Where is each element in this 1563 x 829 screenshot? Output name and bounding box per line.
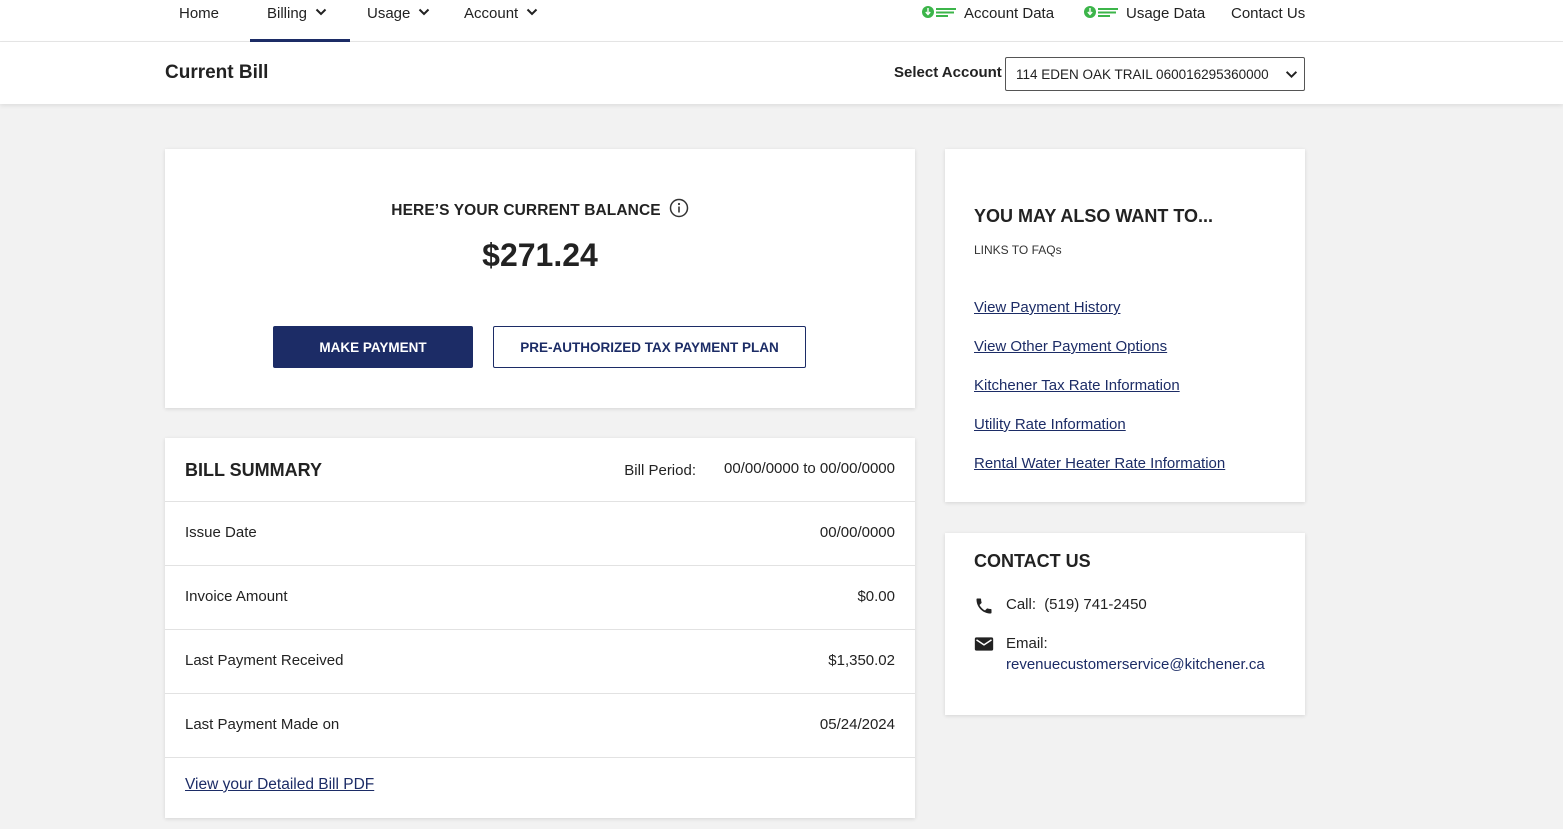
make-payment-button[interactable]: MAKE PAYMENT (273, 326, 473, 368)
nav-account-data-label: Account Data (964, 5, 1055, 22)
link-rental-water-heater-rate[interactable]: Rental Water Heater Rate Information (974, 455, 1225, 472)
call-label: Call: (1006, 596, 1037, 613)
balance-card: HERE’S YOUR CURRENT BALANCE $271.24 MAKE… (165, 149, 915, 408)
summary-row-issue-date: Issue Date 00/00/0000 (165, 502, 915, 566)
nav-home[interactable]: Home (179, 0, 219, 42)
detailed-bill-pdf-link[interactable]: View your Detailed Bill PDF (185, 776, 374, 794)
bill-summary-header: BILL SUMMARY Bill Period: 00/00/0000 to … (165, 438, 915, 502)
nav-usage-label: Usage (367, 5, 411, 22)
summary-row-value: $1,350.02 (828, 652, 895, 669)
related-links-title: YOU MAY ALSO WANT TO... (974, 206, 1214, 226)
chevron-down-icon (1285, 71, 1298, 79)
contact-us-card: CONTACT US Call: (519) 741-2450 Email: r… (945, 533, 1305, 715)
bill-summary-title: BILL SUMMARY (185, 460, 322, 480)
chevron-down-icon (419, 8, 430, 16)
email-address-link[interactable]: revenuecustomerservice@kitchener.ca (1006, 656, 1265, 673)
phone-icon (974, 596, 1006, 621)
nav-account-data[interactable]: Account Data (922, 0, 1054, 42)
bill-period-value: 00/00/0000 to 00/00/0000 (724, 460, 895, 477)
link-kitchener-tax-rate[interactable]: Kitchener Tax Rate Information (974, 377, 1180, 394)
summary-row-label: Last Payment Received (185, 652, 344, 669)
bill-period-label: Bill Period: (624, 462, 696, 479)
green-button-icon (1084, 5, 1120, 19)
balance-heading-text: HERE’S YOUR CURRENT BALANCE (391, 201, 661, 219)
link-view-payment-history[interactable]: View Payment History (974, 299, 1120, 316)
account-select[interactable]: 114 EDEN OAK TRAIL 060016295360000 (1005, 57, 1305, 91)
summary-row-label: Last Payment Made on (185, 716, 340, 733)
summary-row-value: $0.00 (857, 588, 895, 605)
summary-row-label: Issue Date (185, 524, 257, 541)
bill-summary-card: BILL SUMMARY Bill Period: 00/00/0000 to … (165, 438, 915, 818)
page-header: Current Bill Select Account 114 EDEN OAK… (0, 42, 1563, 104)
info-icon[interactable] (669, 198, 689, 223)
nav-usage-data-label: Usage Data (1126, 5, 1206, 22)
contact-email-row: Email: revenuecustomerservice@kitchener.… (974, 635, 1265, 673)
balance-heading: HERE’S YOUR CURRENT BALANCE (165, 198, 915, 223)
nav-billing[interactable]: Billing (250, 0, 350, 42)
nav-usage[interactable]: Usage (367, 0, 430, 42)
summary-row-label: Invoice Amount (185, 588, 288, 605)
chevron-down-icon (526, 8, 538, 16)
nav-contact-us-label: Contact Us (1231, 5, 1306, 22)
related-links-card: YOU MAY ALSO WANT TO... LINKS TO FAQs Vi… (945, 149, 1305, 502)
page-title: Current Bill (165, 62, 269, 83)
summary-row-invoice-amount: Invoice Amount $0.00 (165, 566, 915, 630)
nav-billing-label: Billing (267, 5, 308, 22)
pre-authorized-plan-button[interactable]: PRE-AUTHORIZED TAX PAYMENT PLAN (493, 326, 806, 368)
nav-home-label: Home (179, 5, 220, 22)
summary-row-value: 00/00/0000 (819, 524, 895, 541)
nav-account-label: Account (464, 5, 519, 22)
link-utility-rate[interactable]: Utility Rate Information (974, 416, 1126, 433)
select-account-label: Select Account (894, 64, 1002, 81)
email-icon (974, 635, 1006, 673)
nav-usage-data[interactable]: Usage Data (1084, 0, 1205, 42)
contact-phone-row: Call: (519) 741-2450 (974, 596, 1147, 621)
top-navigation: Home Billing Usage Account Account Data … (0, 0, 1563, 42)
chevron-down-icon (315, 8, 327, 16)
email-label: Email: (1006, 635, 1048, 652)
summary-row-value: 05/24/2024 (819, 716, 895, 733)
link-view-other-payment-options[interactable]: View Other Payment Options (974, 338, 1167, 355)
summary-row-last-payment-received: Last Payment Received $1,350.02 (165, 630, 915, 694)
related-links-subtitle: LINKS TO FAQs (974, 243, 1062, 257)
nav-contact-us[interactable]: Contact Us (1231, 0, 1305, 42)
balance-amount: $271.24 (482, 237, 598, 273)
summary-row-last-payment-made: Last Payment Made on 05/24/2024 (165, 694, 915, 758)
phone-number[interactable]: (519) 741-2450 (1044, 596, 1147, 613)
account-select-value: 114 EDEN OAK TRAIL 060016295360000 (1016, 66, 1269, 82)
nav-account[interactable]: Account (464, 0, 538, 42)
contact-us-title: CONTACT US (974, 551, 1091, 571)
green-button-icon (922, 5, 958, 19)
